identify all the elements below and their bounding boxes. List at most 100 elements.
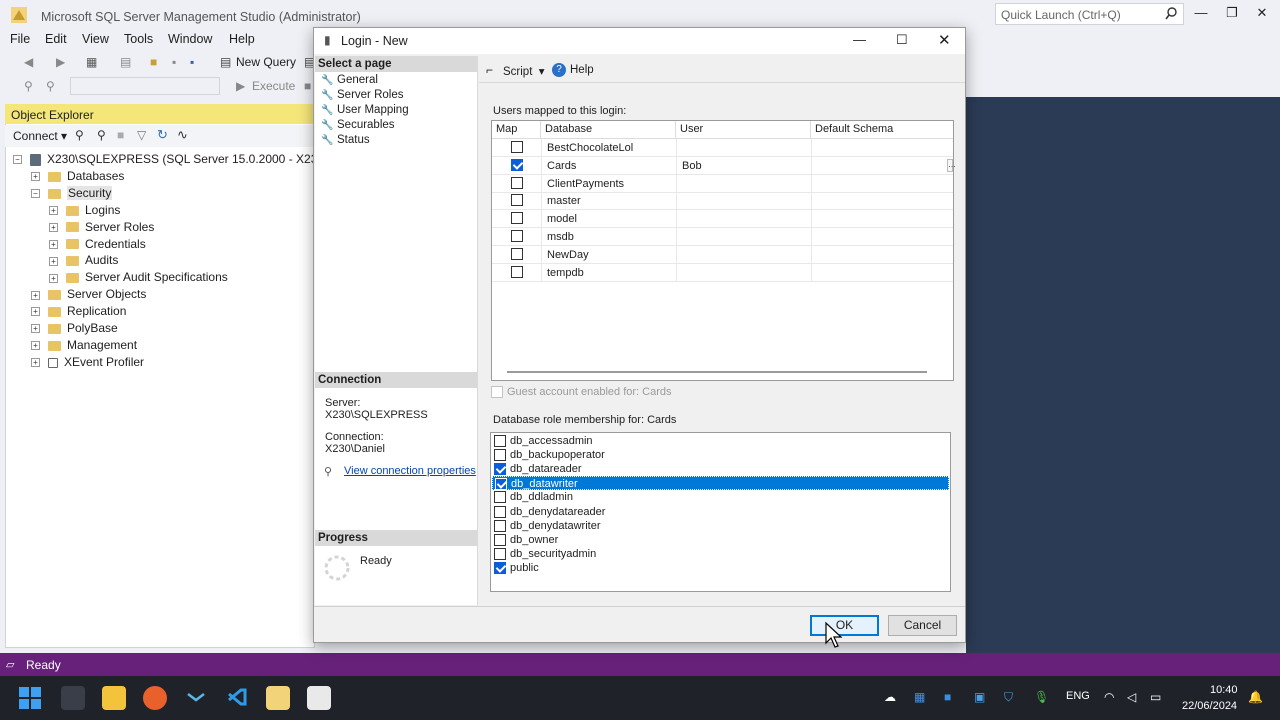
wifi-icon[interactable]: ◠ [1104,690,1114,704]
file-explorer-icon[interactable] [102,686,126,710]
horizontal-scrollbar[interactable] [507,371,927,373]
tree-node[interactable]: + PolyBase [31,321,118,338]
save-icon[interactable]: ▪ [172,55,176,69]
expand-icon[interactable]: + [31,358,40,368]
notification-bell-icon[interactable]: 🔔 [1248,690,1263,704]
schema-browse-button[interactable]: … [947,158,956,172]
map-checkbox[interactable] [511,141,523,153]
mapping-row[interactable]: Cards Bob… [492,156,956,175]
ok-button[interactable]: OK [810,615,879,636]
volume-icon[interactable]: ◁ [1127,690,1136,704]
back-icon[interactable]: ◀ [24,55,33,69]
role-checkbox[interactable] [494,435,506,447]
add-item-icon[interactable]: ▤ [120,55,131,69]
windows-start-icon[interactable] [18,686,42,710]
execute-button[interactable]: Execute [252,79,295,93]
menu-file[interactable]: File [10,32,30,46]
tree-node[interactable]: + Credentials [49,237,146,254]
connect-plug-icon[interactable]: ⚲ [75,128,84,142]
mapping-row[interactable]: tempdb [492,263,953,282]
menu-window[interactable]: Window [168,32,212,46]
mapping-row[interactable]: ClientPayments [492,174,953,193]
connect-button[interactable]: Connect ▾ [13,129,67,143]
role-item[interactable]: db_denydatareader [492,505,949,519]
role-item[interactable]: db_accessadmin [492,434,949,448]
tree-node[interactable]: + Server Roles [49,220,154,237]
role-checkbox[interactable] [494,449,506,462]
menu-view[interactable]: View [82,32,109,46]
menu-edit[interactable]: Edit [45,32,67,46]
disconnect-icon[interactable]: ⚲ [97,128,106,142]
guest-account-checkbox[interactable] [491,386,503,398]
role-checkbox[interactable] [494,533,506,546]
page-user-mapping[interactable]: 🔧 User Mapping [321,104,409,116]
tree-node[interactable]: + XEvent Profiler [31,355,144,372]
map-checkbox[interactable] [511,212,523,225]
column-default-schema[interactable]: Default Schema [811,121,953,139]
collapse-icon[interactable]: − [31,189,40,199]
role-checkbox[interactable] [495,478,507,491]
new-project-icon[interactable]: ▦ [86,55,97,69]
help-button[interactable]: Help [570,64,594,76]
mapping-row[interactable]: BestChocolateLol [492,139,953,157]
stop-icon[interactable]: ■ [304,79,311,93]
column-user[interactable]: User [676,121,811,139]
expand-icon[interactable]: + [31,324,40,334]
role-item[interactable]: db_backupoperator [492,448,949,462]
save-all-icon[interactable]: ▪ [190,55,194,69]
map-checkbox[interactable] [511,247,523,260]
page-server-roles[interactable]: 🔧 Server Roles [321,89,403,101]
mapping-row[interactable]: msdb [492,228,953,246]
onedrive-icon[interactable]: ☁ [884,690,896,704]
vscode-icon[interactable] [225,686,249,710]
expand-icon[interactable]: + [49,256,58,266]
mapping-row[interactable]: NewDay [492,245,953,264]
map-checkbox[interactable] [511,194,523,207]
connect-plug-icon[interactable]: ⚲ [24,79,33,93]
expand-icon[interactable]: + [49,239,58,249]
terminal-icon[interactable] [184,686,208,710]
tree-node[interactable]: + Management [31,338,137,355]
map-checkbox[interactable] [511,158,523,171]
task-view-icon[interactable] [61,686,85,710]
tree-node[interactable]: + Server Objects [31,287,146,304]
script-button[interactable]: Script ▾ [503,64,545,78]
stop-icon[interactable]: ■ [117,128,124,142]
role-checkbox[interactable] [494,491,506,504]
filter-icon[interactable]: ▽ [137,128,146,142]
restore-icon[interactable]: ❐ [1222,5,1242,23]
role-item[interactable]: db_securityadmin [492,547,949,561]
microphone-icon[interactable]: 🎙 [1034,690,1049,704]
expand-icon[interactable]: + [31,307,40,317]
ssms-taskbar-icon[interactable] [266,686,290,710]
refresh-icon[interactable]: ↻ [157,127,168,143]
sql-config-icon[interactable] [307,686,331,710]
role-checkbox[interactable] [494,463,506,476]
role-item[interactable]: public [492,561,949,575]
close-icon[interactable]: ✕ [1252,5,1272,23]
collapse-icon[interactable]: − [13,155,22,165]
tree-node[interactable]: + Server Audit Specifications [49,270,228,287]
role-checkbox[interactable] [494,547,506,560]
role-item[interactable]: db_datareader [492,462,949,476]
tree-node[interactable]: + Replication [31,304,126,321]
dialog-maximize-icon[interactable]: ☐ [896,32,908,48]
battery-icon[interactable]: ▭ [1150,690,1161,704]
tree-node[interactable]: + Databases [31,169,124,186]
menu-tools[interactable]: Tools [124,32,153,46]
forward-icon[interactable]: ▶ [56,55,65,69]
view-connection-properties-link[interactable]: View connection properties [344,465,476,477]
minimize-icon[interactable]: — [1191,5,1211,23]
map-checkbox[interactable] [511,230,523,242]
new-query-button[interactable]: New Query [236,55,296,69]
role-checkbox[interactable] [494,561,506,574]
open-folder-icon[interactable]: ■ [150,55,157,69]
display-icon[interactable]: ▣ [974,690,985,704]
column-map[interactable]: Map [492,121,541,139]
role-item[interactable]: db_denydatawriter [492,519,949,533]
tree-node[interactable]: + Logins [49,203,120,220]
expand-icon[interactable]: + [31,341,40,351]
mapping-row[interactable]: master [492,192,953,211]
role-item[interactable]: db_ddladmin [492,490,949,504]
mapping-row[interactable]: model [492,210,953,229]
